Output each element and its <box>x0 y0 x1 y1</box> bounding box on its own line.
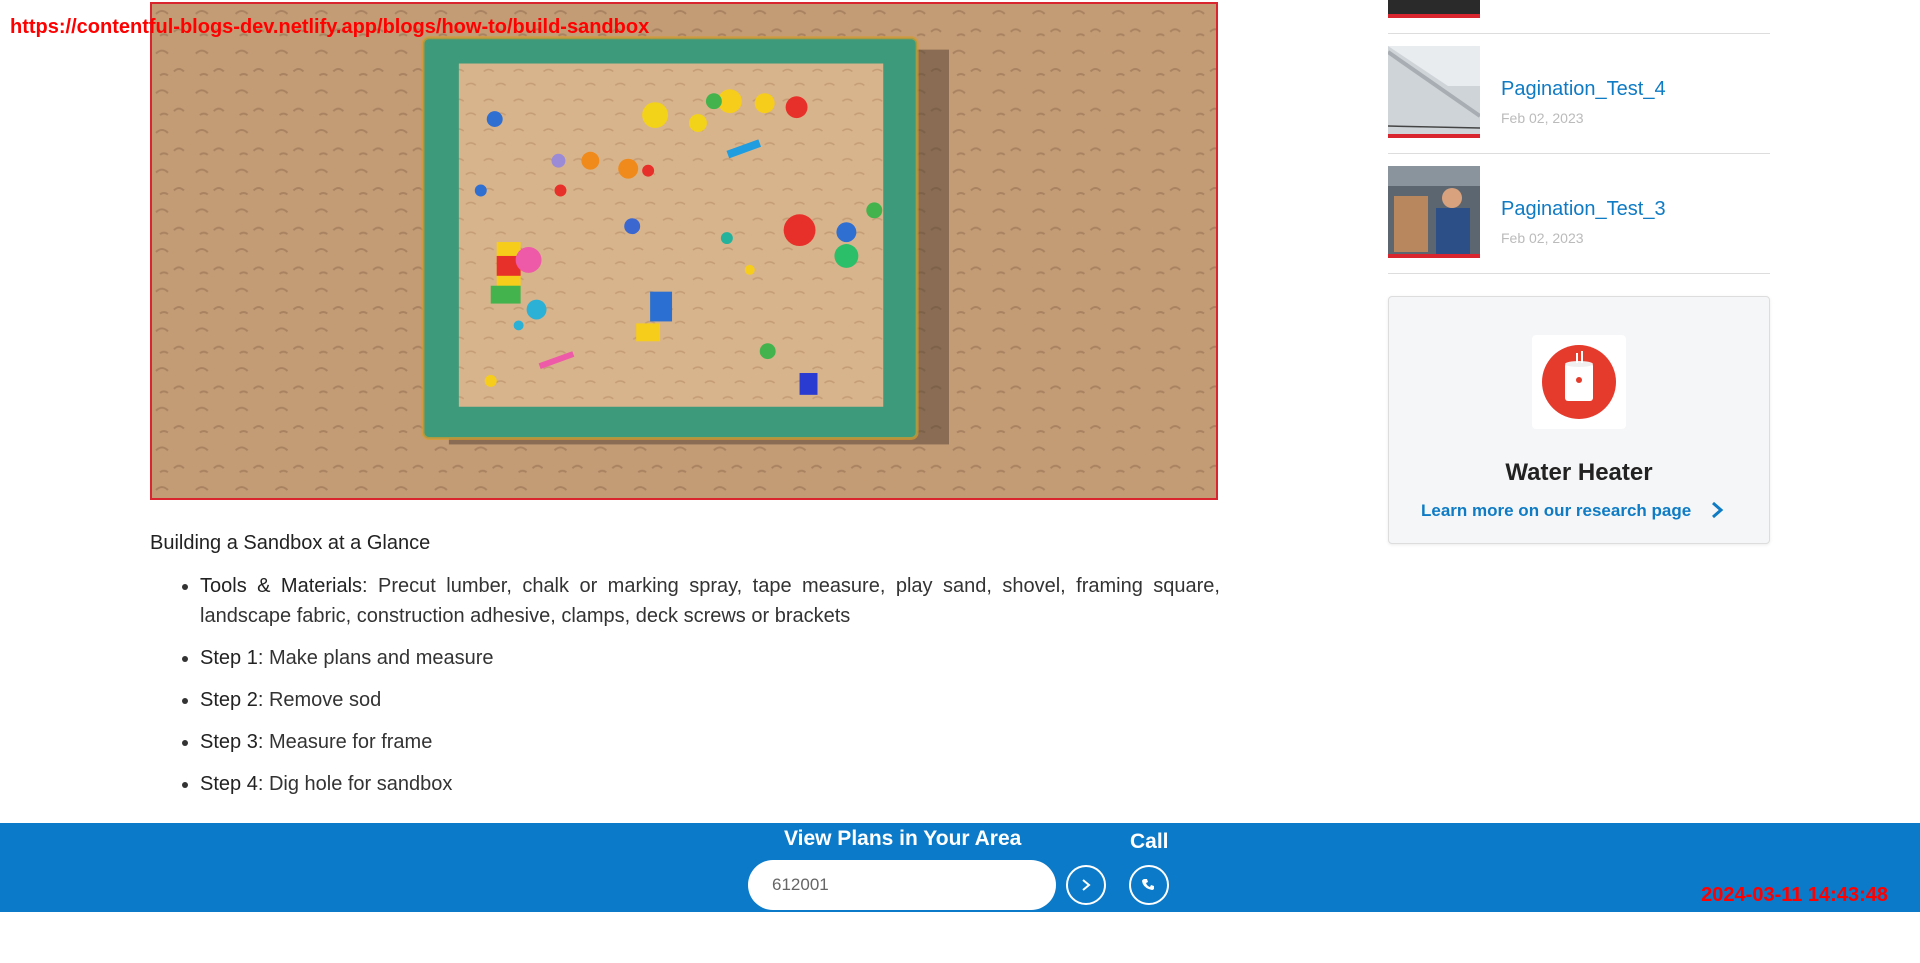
chevron-right-icon <box>1082 879 1091 891</box>
list-item: Step 3: Measure for frame <box>200 727 1220 757</box>
view-plans-bar: View Plans in Your Area Call <box>0 823 1920 912</box>
post-thumbnail[interactable] <box>1388 0 1480 18</box>
item-text: : Dig hole for sandbox <box>257 773 453 795</box>
submit-zip-button[interactable] <box>1066 865 1106 905</box>
item-text: : Measure for frame <box>257 731 433 753</box>
item-text: : Make plans and measure <box>257 647 494 669</box>
steps-list: Tools & Materials: Precut lumber, chalk … <box>150 571 1220 799</box>
article-heading: Building a Sandbox at a Glance <box>150 532 431 554</box>
item-label: Step 1 <box>200 647 258 669</box>
recent-post-partial[interactable] <box>1388 0 1770 34</box>
recent-post[interactable]: Pagination_Test_3 Feb 02, 2023 <box>1388 154 1770 274</box>
post-date: Feb 02, 2023 <box>1501 110 1584 126</box>
list-item: Tools & Materials: Precut lumber, chalk … <box>200 571 1220 631</box>
water-heater-card: Water Heater Learn more on our research … <box>1388 296 1770 544</box>
post-thumbnail[interactable] <box>1388 166 1480 258</box>
post-date: Feb 02, 2023 <box>1501 230 1584 246</box>
item-label: Tools & Materials <box>200 575 363 597</box>
call-label: Call <box>1130 830 1169 853</box>
post-title[interactable]: Pagination_Test_4 <box>1501 78 1666 101</box>
card-title: Water Heater <box>1505 459 1653 486</box>
article-body: Building a Sandbox at a Glance Tools & M… <box>150 532 1220 811</box>
item-label: Step 3 <box>200 731 258 753</box>
zip-code-input[interactable] <box>748 860 1056 910</box>
view-plans-title: View Plans in Your Area <box>784 827 1022 850</box>
list-item: Step 1: Make plans and measure <box>200 643 1220 673</box>
recent-post[interactable]: Pagination_Test_4 Feb 02, 2023 <box>1388 34 1770 154</box>
item-label: Step 2 <box>200 689 258 711</box>
list-item: Step 2: Remove sod <box>200 685 1220 715</box>
item-label: Step 4 <box>200 773 258 795</box>
post-title[interactable]: Pagination_Test_3 <box>1501 198 1666 221</box>
list-item: Step 4: Dig hole for sandbox <box>200 769 1220 799</box>
call-button[interactable] <box>1129 865 1169 905</box>
water-heater-icon <box>1532 335 1626 429</box>
post-thumbnail[interactable] <box>1388 46 1480 138</box>
item-text: : Remove sod <box>257 689 382 711</box>
sidebar: Pagination_Test_4 Feb 02, 2023 Paginatio… <box>1388 0 1770 544</box>
chevron-right-icon[interactable] <box>1707 500 1727 520</box>
url-overlay: https://contentful-blogs-dev.netlify.app… <box>10 16 650 38</box>
research-page-link[interactable]: Learn more on our research page <box>1421 501 1691 521</box>
timestamp-overlay: 2024-03-11 14:43:48 <box>1701 884 1888 906</box>
phone-icon <box>1142 879 1154 890</box>
hero-image <box>150 2 1218 500</box>
